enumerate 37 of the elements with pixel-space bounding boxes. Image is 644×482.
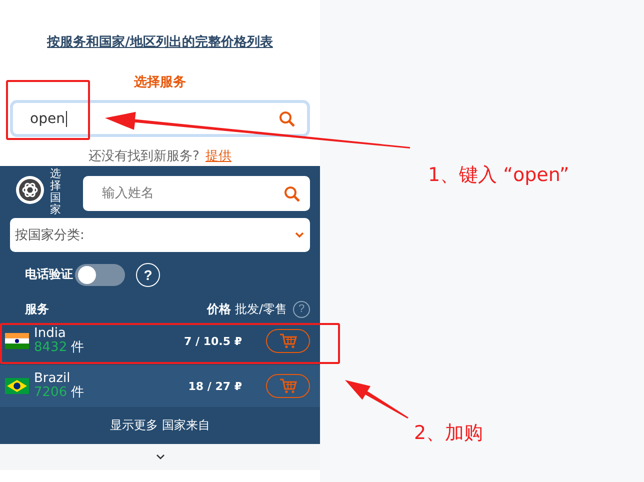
suggest-link[interactable]: 提供 bbox=[205, 147, 232, 165]
logo-icon bbox=[15, 175, 45, 205]
annotation-text: 2、加购 bbox=[414, 421, 484, 446]
country-row[interactable]: Brazil 7206 件 18 / 27 ₽ bbox=[0, 365, 320, 407]
service-column-header: 服务 bbox=[25, 300, 49, 318]
service-search-field[interactable]: open bbox=[10, 100, 310, 137]
service-heading: 选择服务 bbox=[134, 74, 186, 91]
price-column-header: 价格 bbox=[206, 300, 231, 318]
chevron-down-icon bbox=[295, 232, 304, 238]
price-text: 7 / 10.5 ₽ bbox=[184, 334, 242, 348]
search-icon[interactable] bbox=[279, 110, 295, 126]
stock-count: 7206 件 bbox=[34, 386, 84, 400]
stock-count: 8432 件 bbox=[34, 341, 84, 356]
cart-icon bbox=[279, 333, 297, 349]
search-icon[interactable] bbox=[284, 186, 300, 202]
flag-icon bbox=[5, 378, 29, 394]
annotation-arrow bbox=[345, 380, 408, 418]
annotation-text: 1、键入 “open” bbox=[428, 163, 570, 188]
cart-button[interactable] bbox=[266, 374, 310, 398]
flag-icon bbox=[5, 333, 29, 349]
sort-select[interactable]: 按国家分类: bbox=[10, 218, 310, 252]
phone-verify-toggle[interactable] bbox=[75, 264, 125, 286]
country-row[interactable]: India 8432 件 7 / 10.5 ₽ bbox=[0, 320, 320, 362]
country-name: India bbox=[34, 326, 67, 341]
cart-button[interactable] bbox=[266, 329, 310, 353]
vertical-label: 选择国家 bbox=[50, 168, 61, 216]
suggest-text: 还没有找到新服务? bbox=[88, 148, 200, 165]
show-more-link[interactable]: 显示更多 国家来自 bbox=[0, 407, 320, 434]
price-text: 18 / 27 ₽ bbox=[188, 380, 242, 392]
chevron-down-icon bbox=[156, 454, 164, 460]
price-list-link[interactable]: 按服务和国家/地区列出的完整价格列表 bbox=[47, 33, 273, 51]
phone-verify-label: 电话验证 bbox=[25, 266, 73, 283]
help-button[interactable]: ? bbox=[136, 262, 160, 286]
country-name: Brazil bbox=[34, 372, 71, 386]
price-type-header: 批发/零售 bbox=[234, 300, 287, 318]
cart-icon bbox=[279, 378, 297, 394]
name-search-field[interactable]: 输入姓名 bbox=[83, 176, 310, 211]
